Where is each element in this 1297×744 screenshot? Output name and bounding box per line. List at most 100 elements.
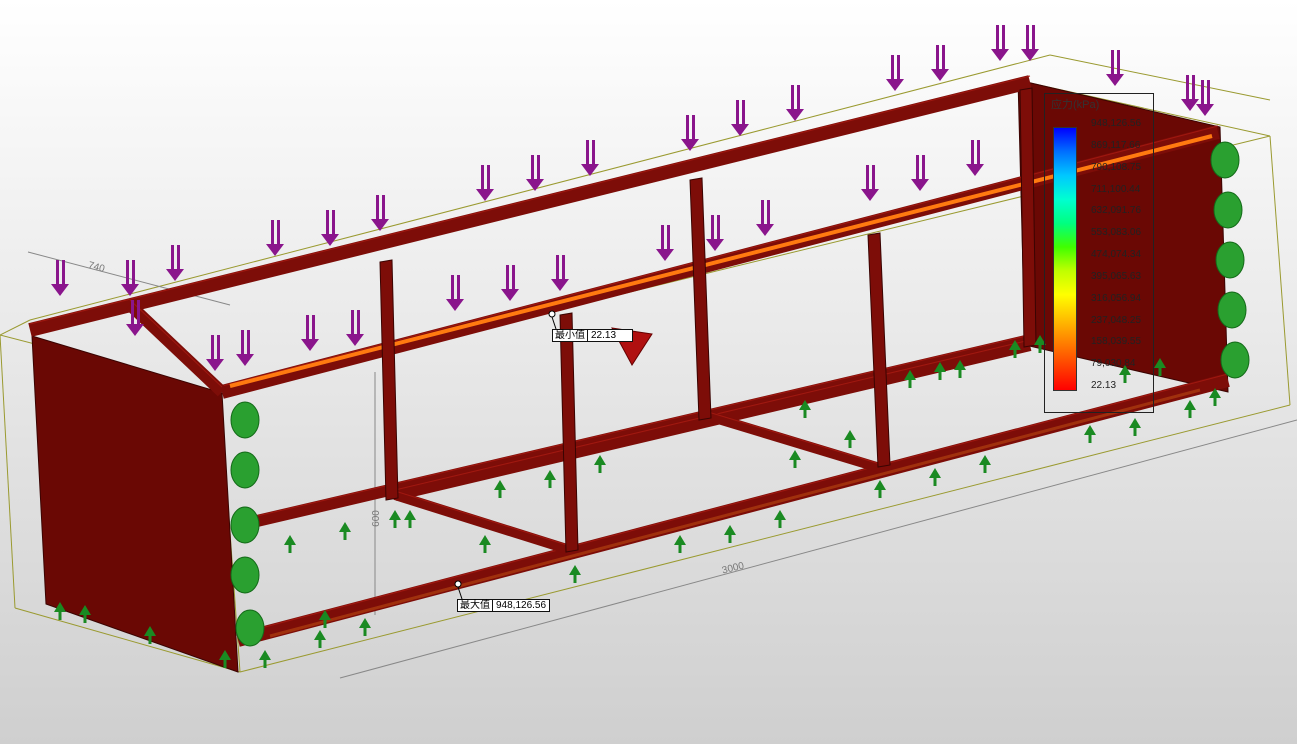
downward-arrow-icon <box>166 245 184 281</box>
downward-arrow-icon <box>266 220 284 256</box>
model-viewport[interactable]: 740 600 3000 最小值 22.13 最大值 948,126.56 应力… <box>0 0 1297 744</box>
downward-arrow-icon <box>51 260 69 296</box>
legend-label: 948,126.56 <box>1091 118 1142 129</box>
legend-label: 395,065.63 <box>1091 270 1142 282</box>
max-value-callout[interactable]: 最大值 948,126.56 <box>457 599 551 612</box>
legend-label: 474,074.34 <box>1091 249 1142 260</box>
bottom-cross-member-edge <box>394 490 571 547</box>
downward-arrow-icon <box>446 275 464 311</box>
downward-arrow-icon <box>966 140 984 176</box>
side-fixture <box>230 556 260 594</box>
max-value-label: 最大值 <box>458 600 493 611</box>
side-fixture <box>235 609 265 647</box>
bounding-box-edge <box>0 319 31 336</box>
bounding-box-edge <box>0 334 16 609</box>
legend-label: 22.13 <box>1091 380 1117 391</box>
downward-arrow-icon <box>301 315 319 351</box>
legend-label: 553,083.06 <box>1091 227 1142 239</box>
legend-label: 632,091.76 <box>1091 205 1142 217</box>
vertical-post <box>379 259 399 501</box>
legend-color-bar <box>1053 127 1077 391</box>
downward-arrow-icon <box>886 55 904 91</box>
bounding-box-edge <box>1269 135 1291 406</box>
upward-arrow-icon <box>544 470 556 488</box>
dimension-height: 600 <box>370 510 382 527</box>
upward-arrow-icon <box>789 450 801 468</box>
downward-arrow-icon <box>911 155 929 191</box>
min-value-label: 最小值 <box>553 330 588 341</box>
upward-arrow-icon <box>724 525 736 543</box>
upward-arrow-icon <box>979 455 991 473</box>
downward-arrow-icon <box>121 260 139 296</box>
legend-label: 237,048.25 <box>1091 314 1142 326</box>
downward-arrow-icon <box>706 215 724 251</box>
side-fixture <box>1220 341 1250 379</box>
side-fixture <box>230 451 260 489</box>
legend-title: 应力(kPa) <box>1051 99 1100 111</box>
downward-arrow-icon <box>346 310 364 346</box>
upward-arrow-icon <box>494 480 506 498</box>
upward-arrow-icon <box>284 535 296 553</box>
legend-label: 316,056.94 <box>1091 292 1142 304</box>
downward-arrow-icon <box>206 335 224 371</box>
vertical-post <box>689 177 712 421</box>
downward-arrow-icon <box>731 100 749 136</box>
downward-arrow-icon <box>551 255 569 291</box>
min-marker <box>548 310 556 318</box>
upward-arrow-icon <box>774 510 786 528</box>
upward-arrow-icon <box>674 535 686 553</box>
legend-labels: 948,126.56 869,117.66 790,108.75 711,100.44… <box>1091 118 1153 391</box>
upward-arrow-icon <box>594 455 606 473</box>
upward-arrow-icon <box>404 510 416 528</box>
stress-legend[interactable]: 应力(kPa) 948,126.56 869,117.66 790,108.75 71… <box>1044 93 1154 413</box>
max-value: 948,126.56 <box>493 600 550 611</box>
downward-arrow-icon <box>476 165 494 201</box>
upward-arrow-icon <box>1184 400 1196 418</box>
downward-arrow-icon <box>786 85 804 121</box>
bounding-box-edge <box>29 54 1051 321</box>
vertical-post <box>559 312 579 553</box>
legend-label: 158,039.55 <box>1091 336 1142 348</box>
upward-arrow-icon <box>259 650 271 668</box>
upward-arrow-icon <box>1129 418 1141 436</box>
downward-arrow-icon <box>756 200 774 236</box>
downward-arrow-icon <box>581 140 599 176</box>
downward-arrow-icon <box>991 25 1009 61</box>
min-value-callout[interactable]: 最小值 22.13 <box>552 329 633 342</box>
upward-arrow-icon <box>569 565 581 583</box>
upward-arrow-icon <box>359 618 371 636</box>
upward-arrow-icon <box>479 535 491 553</box>
downward-arrow-icon <box>931 45 949 81</box>
min-value: 22.13 <box>588 330 632 341</box>
upward-arrow-icon <box>844 430 856 448</box>
upward-arrow-icon <box>339 522 351 540</box>
side-fixture <box>1217 291 1247 329</box>
bottom-cross-member <box>703 410 882 473</box>
max-marker <box>454 580 462 588</box>
bounding-box-edge <box>239 404 1291 673</box>
downward-arrow-icon <box>681 115 699 151</box>
vertical-post <box>867 232 891 468</box>
min-leader <box>551 316 557 330</box>
downward-arrow-icon <box>236 330 254 366</box>
upward-arrow-icon <box>874 480 886 498</box>
upward-arrow-icon <box>929 468 941 486</box>
downward-arrow-icon <box>501 265 519 301</box>
legend-label: 79,030.84 <box>1091 358 1136 370</box>
downward-arrow-icon <box>656 225 674 261</box>
side-fixture <box>1210 141 1240 179</box>
upward-arrow-icon <box>389 510 401 528</box>
side-fixture <box>1213 191 1243 229</box>
legend-label: 711,100.44 <box>1091 183 1141 195</box>
downward-arrow-icon <box>861 165 879 201</box>
side-fixture <box>1215 241 1245 279</box>
downward-arrow-icon <box>526 155 544 191</box>
downward-arrow-icon <box>1021 25 1039 61</box>
downward-arrow-icon <box>371 195 389 231</box>
legend-label: 869,117.66 <box>1091 139 1141 151</box>
side-fixture <box>230 401 260 439</box>
upward-arrow-icon <box>314 630 326 648</box>
upward-arrow-icon <box>1084 425 1096 443</box>
downward-arrow-icon <box>1181 75 1199 111</box>
side-fixture <box>230 506 260 544</box>
